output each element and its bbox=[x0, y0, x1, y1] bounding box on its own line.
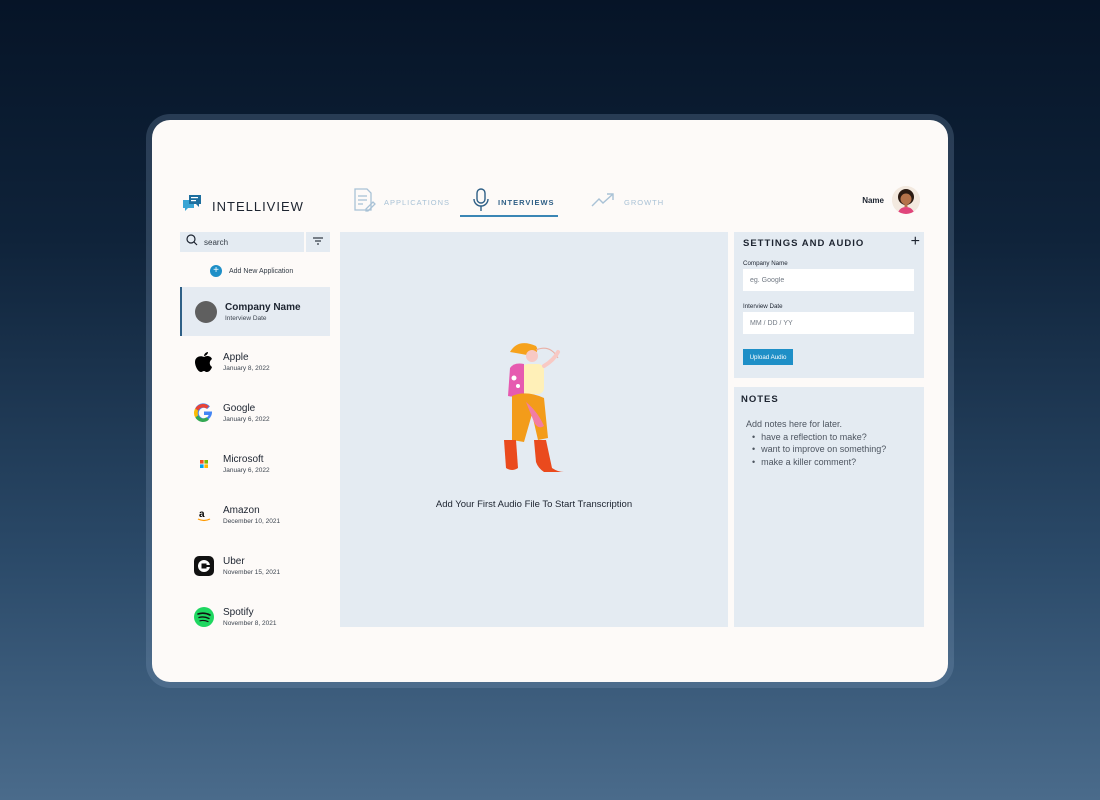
list-item[interactable]: Apple January 8, 2022 bbox=[180, 336, 330, 387]
settings-title: SETTINGS AND AUDIO bbox=[743, 238, 865, 249]
add-application-button[interactable]: + Add New Application bbox=[210, 265, 293, 277]
company-name: Company Name bbox=[225, 301, 301, 313]
google-logo-icon bbox=[193, 402, 215, 424]
tab-applications[interactable]: APPLICATIONS bbox=[352, 186, 450, 218]
settings-panel: SETTINGS AND AUDIO + Company Name Interv… bbox=[734, 232, 924, 378]
notes-intro: Add notes here for later. bbox=[746, 419, 843, 429]
apple-logo-icon bbox=[193, 351, 215, 373]
plus-circle-icon: + bbox=[210, 265, 222, 277]
interview-date: January 6, 2022 bbox=[223, 466, 270, 474]
tab-growth[interactable]: GROWTH bbox=[590, 186, 664, 218]
search-icon bbox=[186, 233, 198, 251]
company-name-field[interactable] bbox=[743, 269, 914, 291]
app-name: INTELLIVIEW bbox=[212, 199, 304, 214]
application-list: Company Name Interview Date Apple Januar… bbox=[180, 287, 330, 642]
filter-icon bbox=[312, 233, 324, 251]
interview-date: November 8, 2021 bbox=[223, 619, 277, 627]
notes-bullet: want to improve on something? bbox=[752, 443, 886, 456]
notes-title: NOTES bbox=[741, 394, 779, 405]
interview-date-label: Interview Date bbox=[743, 303, 783, 310]
tab-applications-label: APPLICATIONS bbox=[384, 197, 451, 207]
user-name: Name bbox=[862, 195, 884, 205]
notes-bullet: have a reflection to make? bbox=[752, 431, 886, 444]
plus-icon[interactable]: + bbox=[911, 234, 920, 250]
microphone-icon bbox=[472, 187, 490, 218]
filter-button[interactable] bbox=[306, 232, 330, 252]
interview-date: January 6, 2022 bbox=[223, 415, 270, 423]
active-tab-indicator bbox=[460, 215, 558, 217]
app-logo[interactable]: INTELLIVIEW bbox=[180, 192, 304, 221]
interview-date: Interview Date bbox=[225, 314, 267, 322]
company-name: Amazon bbox=[223, 504, 260, 516]
notes-bullet: make a killer comment? bbox=[752, 456, 886, 469]
list-item[interactable]: Company Name Interview Date bbox=[180, 287, 330, 336]
transcription-panel: Add Your First Audio File To Start Trans… bbox=[340, 232, 728, 627]
company-name: Spotify bbox=[223, 606, 254, 618]
company-name: Microsoft bbox=[223, 453, 264, 465]
tab-growth-label: GROWTH bbox=[624, 197, 665, 207]
interview-date-field[interactable] bbox=[743, 312, 914, 334]
notes-panel: NOTES Add notes here for later. have a r… bbox=[734, 387, 924, 627]
company-name: Apple bbox=[223, 351, 249, 363]
add-application-label: Add New Application bbox=[229, 267, 294, 275]
app-window: INTELLIVIEW APPLICATIONS INTERVIEWS GROW… bbox=[152, 120, 948, 682]
spotify-logo-icon bbox=[193, 606, 215, 628]
tab-interviews[interactable]: INTERVIEWS bbox=[472, 186, 555, 218]
document-icon bbox=[352, 187, 376, 218]
list-item[interactable]: Spotify November 8, 2021 bbox=[180, 591, 330, 642]
microsoft-logo-icon bbox=[193, 453, 215, 475]
empty-state-message: Add Your First Audio File To Start Trans… bbox=[435, 499, 633, 510]
trend-up-icon bbox=[590, 191, 616, 214]
notes-text-area[interactable]: Add notes here for later. have a reflect… bbox=[746, 418, 886, 469]
svg-text:a: a bbox=[199, 509, 205, 520]
walking-person-illustration bbox=[500, 340, 570, 490]
company-name-label: Company Name bbox=[743, 260, 788, 267]
uber-logo-icon bbox=[193, 555, 215, 577]
list-item[interactable]: Microsoft January 6, 2022 bbox=[180, 438, 330, 489]
user-profile[interactable]: Name bbox=[862, 186, 920, 214]
amazon-logo-icon: a bbox=[193, 504, 215, 526]
company-name: Google bbox=[223, 402, 256, 414]
interview-date: December 10, 2021 bbox=[223, 517, 281, 525]
list-item[interactable]: a Amazon December 10, 2021 bbox=[180, 489, 330, 540]
placeholder-circle-icon bbox=[195, 300, 217, 323]
list-item[interactable]: Uber November 15, 2021 bbox=[180, 540, 330, 591]
tab-interviews-label: INTERVIEWS bbox=[498, 197, 555, 207]
interview-date: November 15, 2021 bbox=[223, 568, 281, 576]
interview-date: January 8, 2022 bbox=[223, 364, 270, 372]
search-input[interactable]: search bbox=[204, 238, 228, 247]
chat-bubbles-logo-icon bbox=[180, 192, 204, 221]
list-item[interactable]: Google January 6, 2022 bbox=[180, 387, 330, 438]
upload-audio-button[interactable]: Upload Audio bbox=[743, 349, 793, 365]
company-name: Uber bbox=[223, 555, 245, 567]
search-bar[interactable]: search bbox=[180, 232, 304, 252]
avatar[interactable] bbox=[892, 186, 920, 214]
